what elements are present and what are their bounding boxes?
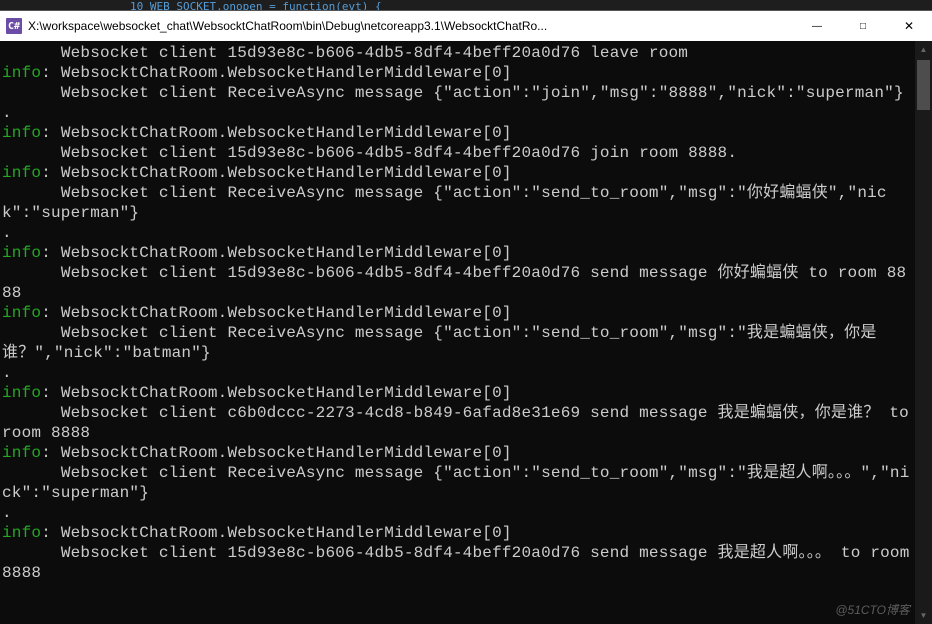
log-source: : WebsocktChatRoom.WebsocketHandlerMiddl…	[41, 164, 511, 182]
log-source: : WebsocktChatRoom.WebsocketHandlerMiddl…	[41, 304, 511, 322]
log-level-info: info	[2, 64, 41, 82]
titlebar: C# X:\workspace\websocket_chat\WebsocktC…	[0, 11, 932, 41]
editor-code-behind: 10 WEB_SOCKET.onopen = function(evt) {	[0, 0, 932, 10]
log-source: : WebsocktChatRoom.WebsocketHandlerMiddl…	[41, 444, 511, 462]
log-line: Websocket client 15d93e8c-b606-4db5-8df4…	[2, 144, 737, 162]
scroll-down-icon[interactable]: ▼	[915, 607, 932, 624]
log-line: Websocket client ReceiveAsync message {"…	[2, 184, 887, 222]
log-line: Websocket client ReceiveAsync message {"…	[2, 84, 904, 102]
log-line: Websocket client ReceiveAsync message {"…	[2, 324, 877, 362]
log-level-info: info	[2, 304, 41, 322]
watermark: @51CTO博客	[835, 601, 910, 618]
app-icon-text: C#	[8, 21, 20, 32]
app-icon: C#	[6, 18, 22, 34]
log-dot: .	[2, 224, 12, 242]
log-source: : WebsocktChatRoom.WebsocketHandlerMiddl…	[41, 244, 511, 262]
log-source: : WebsocktChatRoom.WebsocketHandlerMiddl…	[41, 524, 511, 542]
log-level-info: info	[2, 524, 41, 542]
log-level-info: info	[2, 244, 41, 262]
log-dot: .	[2, 364, 12, 382]
console-area: Websocket client 15d93e8c-b606-4db5-8df4…	[0, 41, 932, 624]
log-line: Websocket client c6b0dccc-2273-4cd8-b849…	[2, 404, 915, 442]
log-source: : WebsocktChatRoom.WebsocketHandlerMiddl…	[41, 124, 511, 142]
log-dot: .	[2, 504, 12, 522]
log-level-info: info	[2, 384, 41, 402]
scroll-thumb[interactable]	[917, 60, 930, 110]
log-line: Websocket client ReceiveAsync message {"…	[2, 464, 910, 502]
log-level-info: info	[2, 164, 41, 182]
log-source: : WebsocktChatRoom.WebsocketHandlerMiddl…	[41, 384, 511, 402]
log-line: Websocket client 15d93e8c-b606-4db5-8df4…	[2, 44, 688, 62]
log-level-info: info	[2, 124, 41, 142]
scroll-up-icon[interactable]: ▲	[915, 41, 932, 58]
window-controls: — □ ✕	[794, 11, 932, 41]
window-title: X:\workspace\websocket_chat\WebsocktChat…	[28, 19, 794, 33]
close-button[interactable]: ✕	[886, 11, 932, 41]
log-line: Websocket client 15d93e8c-b606-4db5-8df4…	[2, 544, 915, 582]
minimize-button[interactable]: —	[794, 11, 840, 41]
log-source: : WebsocktChatRoom.WebsocketHandlerMiddl…	[41, 64, 511, 82]
log-level-info: info	[2, 444, 41, 462]
console-output[interactable]: Websocket client 15d93e8c-b606-4db5-8df4…	[0, 41, 915, 624]
log-dot: .	[2, 104, 12, 122]
log-line: Websocket client 15d93e8c-b606-4db5-8df4…	[2, 264, 906, 302]
vertical-scrollbar[interactable]: ▲ ▼	[915, 41, 932, 624]
console-window: C# X:\workspace\websocket_chat\WebsocktC…	[0, 10, 932, 624]
maximize-button[interactable]: □	[840, 11, 886, 41]
